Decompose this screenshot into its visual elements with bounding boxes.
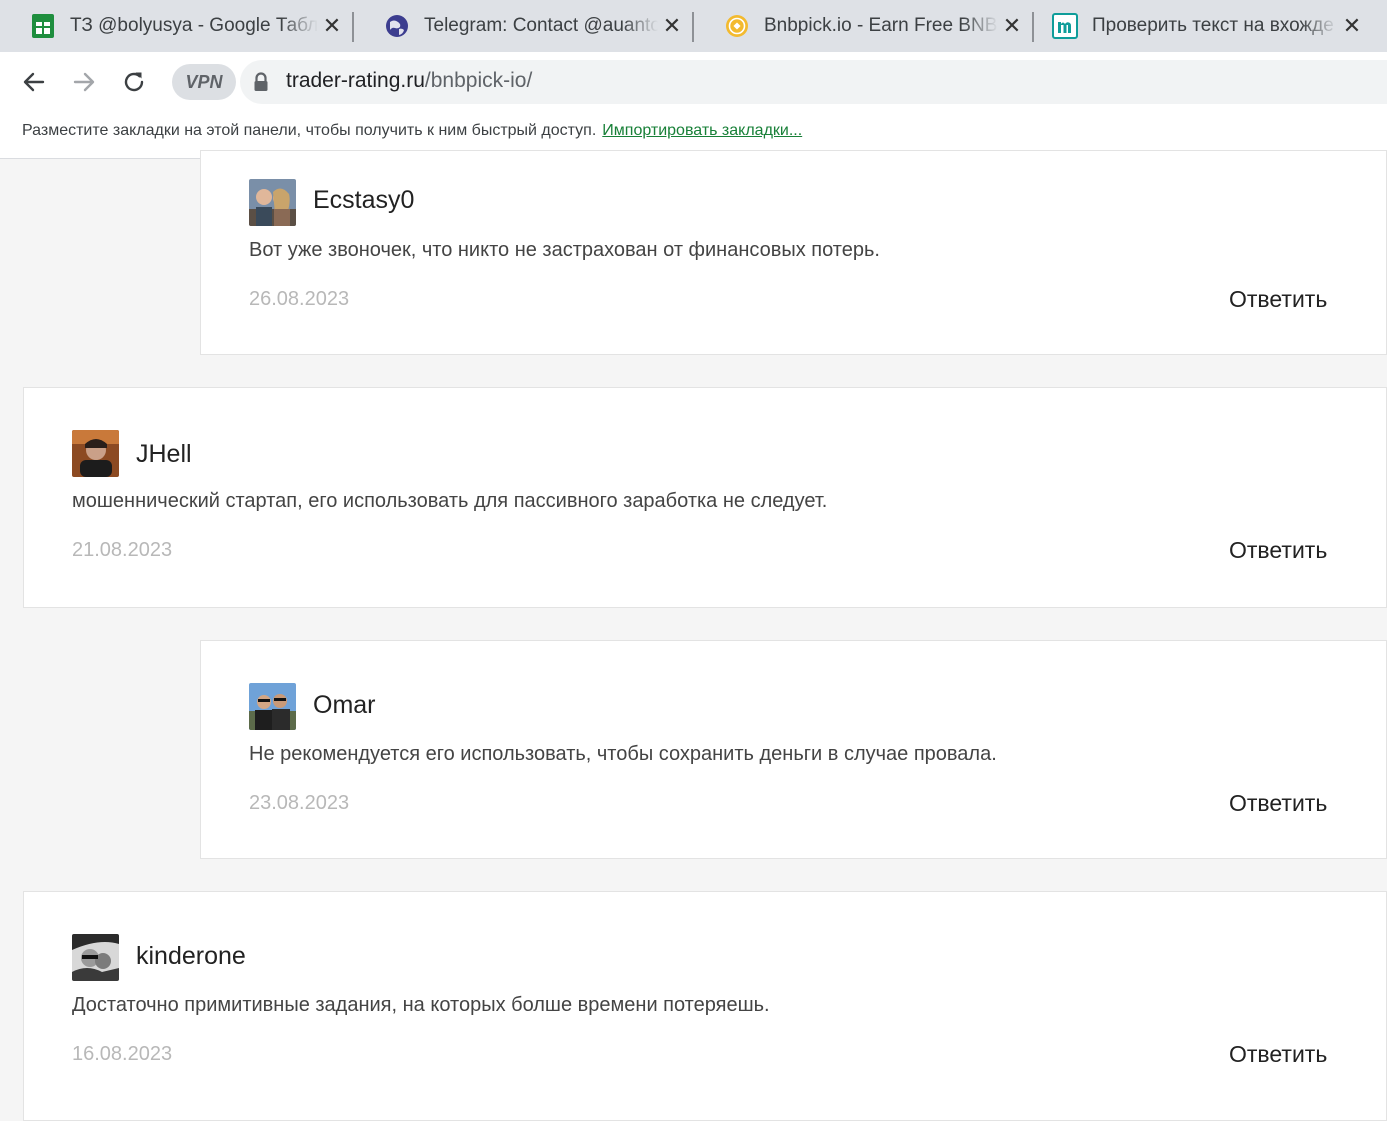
browser-toolbar: VPN trader-rating.ru/bnbpick-io/ xyxy=(0,52,1387,110)
bookmarks-hint: Разместите закладки на этой панели, чтоб… xyxy=(22,122,597,139)
forward-icon[interactable] xyxy=(64,62,104,102)
reply-button[interactable]: Ответить xyxy=(1229,1041,1327,1068)
comment-card: JHell мошеннический стартап, его использ… xyxy=(23,387,1387,608)
browser-tab[interactable]: Bnbpick.io - Earn Free BNB, F ✕ xyxy=(694,0,1032,52)
url-path: /bnbpick-io/ xyxy=(424,69,533,92)
browser-tab[interactable]: Проверить текст на вхожде ✕ xyxy=(1034,0,1372,52)
tab-title: Telegram: Contact @auanton xyxy=(424,15,658,36)
close-tab-icon[interactable]: ✕ xyxy=(318,12,346,40)
tab-title: Bnbpick.io - Earn Free BNB, F xyxy=(764,15,998,36)
comment-date: 26.08.2023 xyxy=(249,288,350,310)
comment-author[interactable]: kinderone xyxy=(136,942,246,971)
close-tab-icon[interactable]: ✕ xyxy=(658,12,686,40)
bnb-coin-icon xyxy=(724,13,750,39)
avatar[interactable] xyxy=(72,934,119,981)
comment-text: Вот уже звоночек, что никто не застрахов… xyxy=(249,239,880,261)
tab-strip: ТЗ @bolyusya - Google Табл ✕ Telegram: C… xyxy=(0,0,1387,52)
comment-date: 21.08.2023 xyxy=(72,539,173,561)
avatar[interactable] xyxy=(249,179,296,226)
comment-card: Omar Не рекомендуется его использовать, … xyxy=(200,640,1387,859)
url-text[interactable]: trader-rating.ru/bnbpick-io/ xyxy=(286,69,532,93)
tab-title: Проверить текст на вхожде xyxy=(1092,15,1334,36)
comment-date: 16.08.2023 xyxy=(72,1043,173,1065)
comment-text: Не рекомендуется его использовать, чтобы… xyxy=(249,743,997,765)
vpn-badge[interactable]: VPN xyxy=(172,64,236,100)
lock-icon[interactable] xyxy=(252,72,270,92)
bookmarks-message-line: Разместите закладки на этой панели, чтоб… xyxy=(22,122,802,140)
url-host: trader-rating.ru xyxy=(286,69,425,92)
comment-author[interactable]: JHell xyxy=(136,440,192,469)
reply-button[interactable]: Ответить xyxy=(1229,286,1327,313)
sheets-icon xyxy=(30,13,56,39)
browser-tab[interactable]: Telegram: Contact @auanton ✕ xyxy=(354,0,692,52)
back-icon[interactable] xyxy=(14,62,54,102)
browser-tab[interactable]: ТЗ @bolyusya - Google Табл ✕ xyxy=(0,0,352,52)
comment-author[interactable]: Ecstasy0 xyxy=(313,186,414,215)
comment-text: Достаточно примитивные задания, на котор… xyxy=(72,994,770,1016)
reply-button[interactable]: Ответить xyxy=(1229,790,1327,817)
avatar[interactable] xyxy=(249,683,296,730)
close-tab-icon[interactable]: ✕ xyxy=(1338,12,1366,40)
avatar[interactable] xyxy=(72,430,119,477)
import-bookmarks-link[interactable]: Импортировать закладки... xyxy=(602,122,802,139)
m-logo-icon xyxy=(1052,13,1078,39)
close-tab-icon[interactable]: ✕ xyxy=(998,12,1026,40)
tab-title: ТЗ @bolyusya - Google Табл xyxy=(70,15,318,36)
reload-icon[interactable] xyxy=(114,62,154,102)
reply-button[interactable]: Ответить xyxy=(1229,537,1327,564)
globe-icon xyxy=(384,13,410,39)
comment-card: kinderone Достаточно примитивные задания… xyxy=(23,891,1387,1121)
comment-text: мошеннический стартап, его использовать … xyxy=(72,490,828,512)
comment-author[interactable]: Omar xyxy=(313,691,376,720)
comment-date: 23.08.2023 xyxy=(249,792,350,814)
vpn-label: VPN xyxy=(185,71,223,92)
comment-card: Ecstasy0 Вот уже звоночек, что никто не … xyxy=(200,150,1387,355)
